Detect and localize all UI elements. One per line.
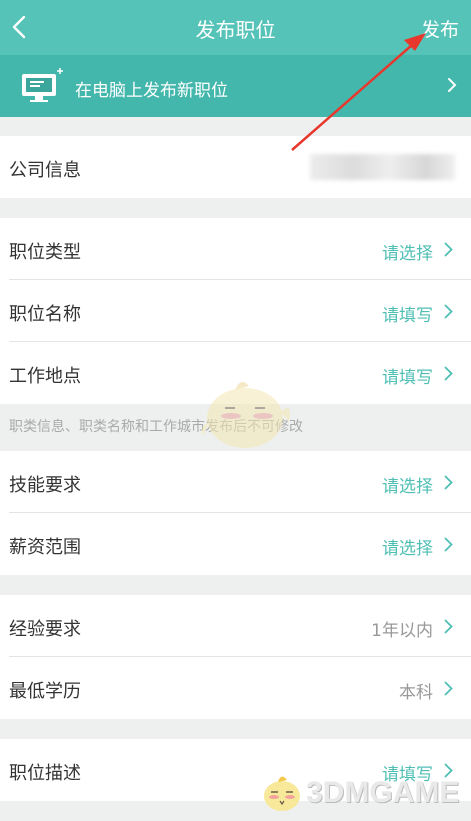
- row-value: 请选择: [382, 244, 433, 264]
- experience-requirement-row[interactable]: 经验要求 1年以内: [0, 595, 471, 657]
- row-value: 1年以内: [371, 621, 433, 641]
- row-value: 请填写: [382, 306, 433, 326]
- chevron-right-icon: [444, 366, 453, 381]
- row-label: 技能要求: [9, 475, 81, 496]
- mascot-logo-icon: [264, 776, 300, 811]
- job-type-row[interactable]: 职位类型 请选择: [0, 218, 471, 280]
- minimum-education-row[interactable]: 最低学历 本科: [0, 657, 471, 719]
- chevron-right-icon: [444, 475, 453, 490]
- chevron-right-icon: [444, 681, 453, 696]
- row-value: 请选择: [382, 539, 433, 559]
- row-value: 请选择: [382, 477, 433, 497]
- row-label: 职位描述: [9, 763, 81, 784]
- chevron-right-icon: [444, 537, 453, 552]
- row-label: 经验要求: [9, 619, 81, 640]
- job-title-row[interactable]: 职位名称 请填写: [0, 280, 471, 342]
- chevron-right-icon: [448, 78, 457, 92]
- watermark-text: 3DMGAME: [306, 776, 460, 809]
- chevron-right-icon: [444, 619, 453, 634]
- company-info-label: 公司信息: [9, 160, 81, 181]
- company-info-row[interactable]: 公司信息: [0, 136, 471, 198]
- page-title: 发布职位: [195, 18, 276, 42]
- banner-label: 在电脑上发布新职位: [75, 81, 228, 101]
- salary-range-row[interactable]: 薪资范围 请选择: [0, 513, 471, 575]
- row-label: 薪资范围: [9, 537, 81, 558]
- chevron-right-icon: [444, 242, 453, 257]
- row-value: 本科: [399, 683, 433, 703]
- row-label: 工作地点: [9, 366, 81, 387]
- company-name-blurred: [310, 154, 455, 180]
- chevron-right-icon: [444, 304, 453, 319]
- row-label: 职位名称: [9, 304, 81, 325]
- computer-icon: [22, 68, 63, 102]
- publish-button[interactable]: 发布: [421, 15, 459, 42]
- row-value: 请填写: [382, 368, 433, 388]
- site-watermark: 3DMGAME: [258, 770, 463, 815]
- row-label: 职位类型: [9, 242, 81, 263]
- skill-requirements-row[interactable]: 技能要求 请选择: [0, 451, 471, 513]
- row-label: 最低学历: [9, 681, 81, 702]
- mascot-watermark-icon: [201, 381, 290, 448]
- nav-header: 发布职位 发布: [0, 0, 471, 55]
- publish-on-pc-banner[interactable]: 在电脑上发布新职位: [0, 55, 471, 117]
